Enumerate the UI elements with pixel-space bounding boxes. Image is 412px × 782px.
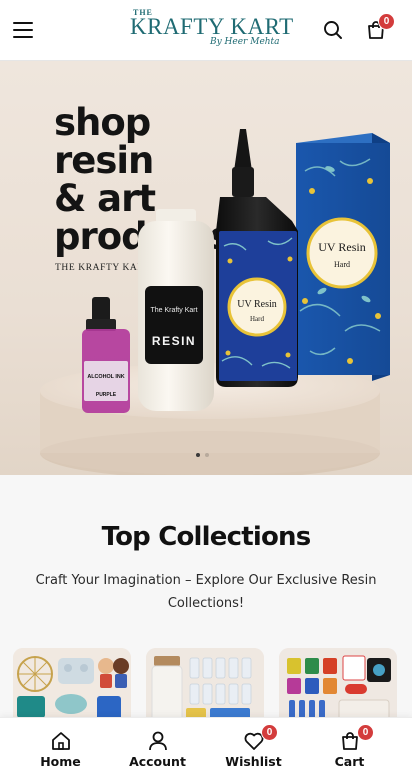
uv-bottle-sub: Hard (250, 315, 264, 323)
ink-label-line2: PURPLE (96, 392, 117, 398)
collections-subtitle: Craft Your Imagination – Explore Our Exc… (35, 573, 377, 611)
home-icon (51, 732, 70, 750)
hamburger-menu-icon[interactable] (13, 22, 33, 38)
nav-cart-label: Cart (334, 754, 365, 769)
nav-home-label: Home (40, 754, 81, 769)
slider-dot[interactable] (205, 453, 209, 457)
hero-product-image: UV Resin Hard The Krafty Kart RESIN UV R… (40, 129, 390, 475)
slider-dot[interactable] (196, 453, 200, 457)
user-icon (148, 731, 167, 751)
header-cart-button[interactable]: 0 (365, 13, 395, 43)
bottom-navigation: Home Account 0 Wishlist 0 Cart (0, 717, 412, 782)
collection-card[interactable] (279, 648, 397, 728)
nav-account[interactable]: Account (106, 718, 209, 782)
wishlist-count-badge: 0 (261, 724, 278, 741)
collection-card-image (13, 648, 131, 728)
cart-count-badge: 0 (357, 724, 374, 741)
uv-box-sub: Hard (334, 260, 350, 269)
ink-label-line1: ALCOHOL INK (87, 374, 124, 380)
collections-title: Top Collections (101, 522, 312, 552)
collection-card-image (146, 648, 264, 728)
nav-wishlist-label: Wishlist (225, 754, 282, 769)
slider-dots (196, 453, 209, 457)
uv-bottle-title: UV Resin (237, 299, 277, 310)
logo-byline: By Heer Mehta (210, 37, 280, 47)
nav-wishlist[interactable]: 0 Wishlist (202, 718, 305, 782)
collection-cards (13, 648, 412, 728)
site-logo[interactable]: THE KRAFTY KART By Heer Mehta (130, 8, 293, 52)
collection-card-image (279, 648, 397, 728)
cart-count-badge: 0 (378, 13, 395, 30)
resin-label: RESIN (152, 334, 196, 348)
top-header: THE KRAFTY KART By Heer Mehta 0 (0, 0, 412, 61)
nav-cart[interactable]: 0 Cart (298, 718, 401, 782)
search-icon[interactable] (322, 19, 344, 41)
uv-box-title: UV Resin (318, 240, 365, 254)
collection-card[interactable] (146, 648, 264, 728)
nav-account-label: Account (129, 754, 186, 769)
nav-home[interactable]: Home (9, 718, 112, 782)
resin-brand-label: The Krafty Kart (150, 307, 197, 314)
hero-banner[interactable]: shop resin & art products. THE KRAFTY KA… (0, 61, 412, 475)
collection-card[interactable] (13, 648, 131, 728)
